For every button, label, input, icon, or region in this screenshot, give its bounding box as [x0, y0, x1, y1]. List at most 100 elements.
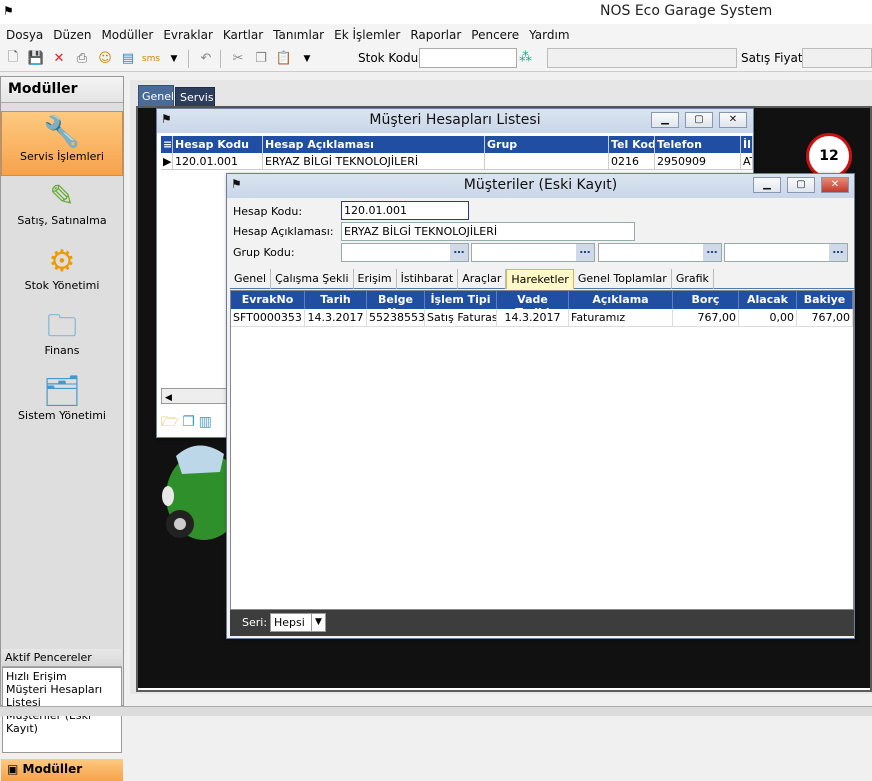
chevron-down-icon[interactable]: ▼	[311, 614, 325, 631]
column-header[interactable]: İl	[741, 136, 753, 153]
undo-icon[interactable]: ↶	[196, 50, 216, 68]
stok-kodu-input[interactable]	[419, 48, 517, 68]
cell: 552385539	[367, 309, 425, 327]
table-row[interactable]: ▶ 120.01.001 ERYAZ BİLGİ TEKNOLOJİLERİ 0…	[161, 153, 753, 170]
cell: 0216	[609, 153, 655, 170]
menu-pencere[interactable]: Pencere	[471, 28, 519, 42]
delete-icon[interactable]: ✕	[49, 50, 69, 68]
minimize-button[interactable]: ▁	[753, 177, 781, 193]
satis-fiyati-label: Satış Fiyatı	[741, 51, 806, 65]
cell: SFT0000353	[231, 309, 305, 327]
menu-dosya[interactable]: Dosya	[6, 28, 43, 42]
cut-icon[interactable]: ✂	[228, 50, 248, 68]
column-header[interactable]: Hesap Kodu	[173, 136, 263, 153]
users-icon[interactable]: ☺	[95, 50, 115, 68]
table-header: EvrakNo Tarih Belge No İşlem Tipi Vade T…	[231, 291, 853, 319]
balls-icon[interactable]: ⁂	[519, 50, 539, 68]
menu-evraklar[interactable]: Evraklar	[163, 28, 213, 42]
separator	[188, 49, 189, 68]
tab-genel-toplamlar[interactable]: Genel Toplamlar	[574, 269, 672, 289]
tab-grafik[interactable]: Grafik	[672, 269, 714, 289]
scroll-left-icon[interactable]: ◀	[162, 393, 172, 403]
tab-erisim[interactable]: Erişim	[354, 269, 397, 289]
row-indicator: ▶	[163, 153, 173, 170]
save-icon[interactable]: 💾	[26, 50, 46, 68]
card-icon[interactable]: ▤	[118, 50, 138, 68]
menu-moduller[interactable]: Modüller	[101, 28, 153, 42]
dropdown-icon[interactable]: ▼	[164, 50, 184, 68]
cell: 14.3.2017	[305, 309, 367, 327]
column-header[interactable]: Tel Kod	[609, 136, 655, 153]
column-header[interactable]: Vade Tarihi	[497, 291, 569, 319]
active-windows-panel: Aktif Pencereler Hızlı Erişim Müşteri He…	[2, 649, 122, 753]
tab-genel[interactable]: Genel	[230, 269, 272, 289]
horizontal-scrollbar[interactable]: ◀	[161, 388, 231, 404]
menu-ek-islemler[interactable]: Ek İşlemler	[334, 28, 400, 42]
sms-icon[interactable]: sms	[141, 50, 161, 68]
open-folder-icon[interactable]: 🗁	[161, 414, 178, 430]
column-header[interactable]: Grup	[485, 136, 609, 153]
table-row[interactable]: SFT0000353 14.3.2017 552385539 Satış Fat…	[231, 309, 853, 327]
sidebar-item-label: Satış, Satınalma	[17, 214, 107, 227]
column-header[interactable]: Açıklama	[569, 291, 673, 309]
paste-icon[interactable]: 📋	[274, 50, 294, 68]
ellipsis-button[interactable]: …	[703, 244, 721, 261]
tab-istihbarat[interactable]: İstihbarat	[397, 269, 459, 289]
close-button[interactable]: ✕	[821, 177, 849, 193]
grup-kodu-4-input[interactable]: …	[724, 243, 848, 262]
list-item[interactable]: Hızlı Erişim	[6, 670, 118, 683]
stok-description-field	[547, 48, 737, 68]
tab-calisma-sekli[interactable]: Çalışma Şekli	[271, 269, 354, 289]
new-icon[interactable]: 🗋	[3, 50, 23, 68]
app-title: NOS Eco Garage System	[600, 3, 773, 19]
modules-footer-button[interactable]: ▣ Modüller	[1, 759, 123, 781]
close-button[interactable]: ✕	[719, 112, 747, 128]
tab-araclar[interactable]: Araçlar	[458, 269, 507, 289]
sidebar-item-satis[interactable]: ✎ Satış, Satınalma	[1, 176, 123, 241]
hesap-aciklamasi-input[interactable]: ERYAZ BİLGİ TEKNOLOJİLERİ	[341, 222, 635, 241]
maximize-button[interactable]: ▢	[787, 177, 815, 193]
menu-kartlar[interactable]: Kartlar	[223, 28, 263, 42]
menu-yardim[interactable]: Yardım	[529, 28, 569, 42]
chart-icon[interactable]: ▥	[199, 414, 212, 430]
column-header[interactable]: Telefon	[655, 136, 741, 153]
tab-genel[interactable]: Genel	[138, 85, 174, 107]
seri-select[interactable]: Hepsi ▼	[270, 613, 326, 632]
tab-servis[interactable]: Servis	[175, 87, 215, 107]
cell: 14.3.2017	[497, 309, 569, 327]
minimize-button[interactable]: ▁	[651, 112, 679, 128]
ellipsis-button[interactable]: …	[450, 244, 468, 261]
column-header[interactable]: Belge No	[367, 291, 425, 319]
sidebar-item-sistem[interactable]: 🗂 Sistem Yönetimi	[1, 371, 123, 436]
column-header[interactable]: Bakiye	[797, 291, 853, 309]
grup-kodu-3-input[interactable]: …	[598, 243, 722, 262]
column-header[interactable]: Alacak	[739, 291, 797, 309]
sidebar-item-finans[interactable]: 🗀 Finans	[1, 306, 123, 371]
dropdown-icon[interactable]: ▼	[297, 50, 317, 68]
column-header[interactable]: EvrakNo	[231, 291, 305, 309]
menu-raporlar[interactable]: Raporlar	[410, 28, 461, 42]
ellipsis-button[interactable]: …	[576, 244, 594, 261]
column-header[interactable]: Borç	[673, 291, 739, 309]
maximize-button[interactable]: ▢	[685, 112, 713, 128]
tab-hareketler[interactable]: Hareketler	[506, 269, 574, 289]
print-icon[interactable]: ⎙	[72, 50, 92, 68]
window-title: Müşteriler (Eski Kayıt)	[463, 177, 618, 193]
menu-tanimlar[interactable]: Tanımlar	[273, 28, 324, 42]
grup-kodu-2-input[interactable]: …	[471, 243, 595, 262]
sidebar-item-stok[interactable]: ⚙ Stok Yönetimi	[1, 241, 123, 306]
copy-icon[interactable]: ❐	[251, 50, 271, 68]
grup-kodu-1-input[interactable]: …	[341, 243, 469, 262]
stok-kodu-label: Stok Kodu	[358, 51, 419, 65]
window-titlebar: ⚑ Müşteriler (Eski Kayıt) ▁ ▢ ✕	[227, 174, 854, 198]
copy-icon[interactable]: ❐	[182, 414, 195, 430]
row-indicator-header: ≡	[163, 136, 173, 153]
ellipsis-button[interactable]: …	[829, 244, 847, 261]
column-header[interactable]: İşlem Tipi	[425, 291, 497, 309]
hesap-kodu-input[interactable]: 120.01.001	[341, 201, 469, 220]
column-header[interactable]: Tarih	[305, 291, 367, 309]
sidebar-item-servis[interactable]: 🔧 Servis İşlemleri	[1, 111, 123, 176]
menu-duzen[interactable]: Düzen	[53, 28, 91, 42]
seri-value: Hepsi	[274, 616, 305, 629]
column-header[interactable]: Hesap Açıklaması	[263, 136, 485, 153]
